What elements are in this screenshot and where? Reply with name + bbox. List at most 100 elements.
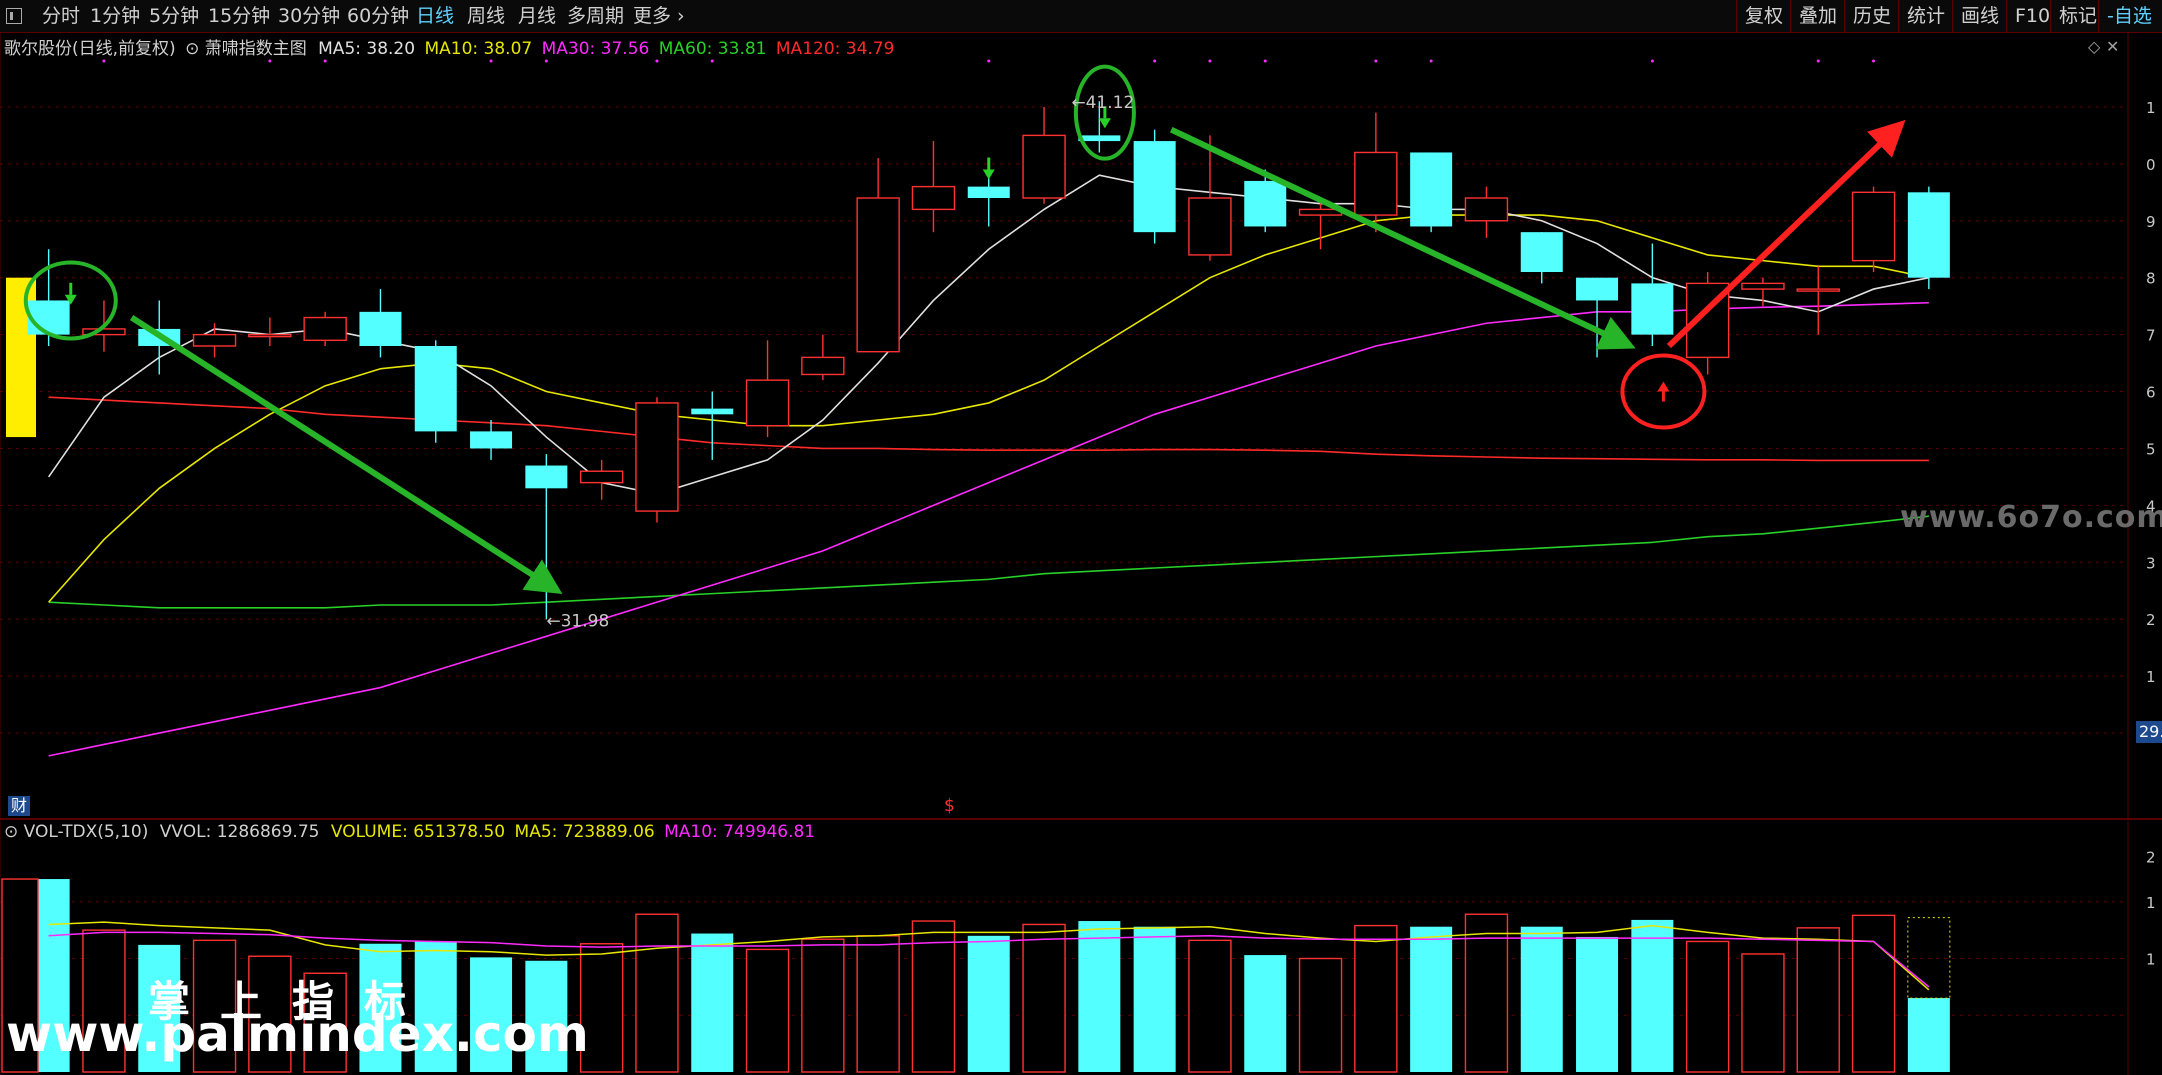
ma120-line: [48, 396, 1929, 462]
watermark-site: www.6o7o.com: [1900, 500, 2162, 535]
ma10-line: [48, 214, 1930, 603]
volume-bar: [1354, 924, 1398, 1073]
main-legend: 歌尔股份(日线,前复权) ⊙ 萧啸指数主图 MA5: 38.20 MA10: 3…: [4, 34, 894, 59]
legend-ma120: MA120: 34.79: [775, 39, 895, 59]
candle-body: [801, 356, 845, 376]
signal-dot: [323, 59, 327, 63]
volume-bar: [1022, 923, 1066, 1073]
indicator-name[interactable]: 萧啸指数主图: [205, 39, 307, 59]
sell-signal-icon: [982, 169, 995, 180]
legend-ma10: MA10: 38.07: [424, 39, 533, 59]
axis-tick: 7: [2146, 327, 2156, 345]
low-price-label: ←31.98: [546, 611, 609, 631]
volume-bar: [1685, 940, 1730, 1073]
vol-axis-tick: 1: [2146, 951, 2156, 969]
candle-body: [1022, 134, 1066, 199]
current-price-tag: 29.: [2136, 721, 2162, 743]
candle-body: [1244, 180, 1287, 227]
volume-bar: [1298, 957, 1343, 1073]
diamond-icon: ◇: [2088, 37, 2101, 56]
axis-tick: 2: [2146, 611, 2156, 629]
candle-body: [856, 197, 900, 353]
legend-vol-ma10: MA10: 749946.81: [664, 822, 816, 842]
axis-tick: 5: [2146, 440, 2156, 458]
buy-signal-icon: [1657, 381, 1670, 392]
volume-bar: [1188, 939, 1232, 1073]
volume-bar: [635, 913, 679, 1073]
ma30-line: [48, 301, 1929, 757]
finance-badge[interactable]: 财: [8, 796, 31, 816]
axis-tick: 1: [2146, 668, 2156, 686]
volume-bar: [1078, 921, 1121, 1072]
legend-volume: VOLUME: 651378.50: [330, 822, 506, 842]
high-price-label: ←41.12: [1071, 93, 1134, 113]
vol-axis-tick: 2: [2146, 848, 2156, 866]
volume-bar: [1796, 927, 1840, 1073]
candle-body: [635, 402, 679, 512]
candle-body: [1907, 192, 1950, 278]
candle-body: [1851, 191, 1896, 262]
volume-bar: [1133, 926, 1176, 1072]
candle-body: [1078, 135, 1121, 142]
signal-dot: [1153, 59, 1157, 63]
candle-body: [303, 316, 347, 342]
signal-dot: [489, 59, 493, 63]
volume-bar: [856, 935, 900, 1073]
candle-body: [1576, 277, 1619, 301]
ma-lines: [47, 174, 1930, 757]
candle-body: [579, 470, 624, 484]
candle-body: [1631, 283, 1674, 335]
close-icon: ✕: [2106, 37, 2119, 56]
candle-body: [745, 379, 790, 427]
volume-bar: [967, 935, 1010, 1072]
candle-body: [1354, 151, 1398, 216]
volume-legend: ⊙ VOL-TDX(5,10) VVOL: 1286869.75 VOLUME:…: [4, 822, 815, 842]
candle-body: [27, 300, 70, 335]
dividend-marker[interactable]: $: [944, 796, 955, 816]
signal-dot: [1816, 59, 1820, 63]
legend-ma30: MA30: 37.56: [541, 39, 650, 59]
candle-body: [1520, 232, 1563, 272]
candle-body: [1464, 197, 1509, 222]
volume-bar: [1907, 998, 1950, 1072]
signal-dot: [102, 59, 106, 63]
signal-dot: [1872, 59, 1876, 63]
candle-body: [470, 431, 513, 449]
axis-tick: 9: [2146, 213, 2156, 231]
volume-bar: [1244, 955, 1287, 1072]
candle-body: [414, 346, 457, 432]
signal-dot: [1650, 59, 1654, 63]
signal-dot: [1263, 59, 1267, 63]
vol-dropdown-icon[interactable]: ⊙: [4, 822, 18, 842]
vol-axis-tick: 1: [2146, 894, 2156, 912]
trend-arrow: [129, 315, 563, 595]
candle-body: [1410, 152, 1453, 227]
volume-bar: [1410, 926, 1453, 1072]
legend-ma5: MA5: 38.20: [318, 39, 416, 59]
volume-bar: [691, 933, 734, 1072]
signal-dot: [544, 59, 548, 63]
volume-bar: [1631, 919, 1674, 1072]
candle-body: [1796, 288, 1840, 292]
volume-bar: [1851, 914, 1896, 1073]
candle-body: [192, 333, 237, 347]
kline-chart[interactable]: ←41.12←31.98◇✕ 012345678901112: [0, 0, 2162, 1075]
volume-bar: [745, 948, 790, 1073]
volume-bar: [1520, 926, 1563, 1072]
stock-name[interactable]: 歌尔股份(日线,前复权): [4, 39, 176, 59]
signal-dot: [1374, 59, 1378, 63]
candle-body: [911, 185, 956, 211]
indicator-dropdown-icon[interactable]: ⊙: [185, 39, 199, 59]
axis-tick: 3: [2146, 554, 2156, 572]
vol-indicator-name[interactable]: VOL-TDX(5,10): [24, 822, 149, 842]
candle-body: [1133, 141, 1176, 233]
axis-tick: 0: [2146, 156, 2156, 174]
volume-bar: [801, 938, 845, 1073]
axis-tick: 6: [2146, 384, 2156, 402]
signal-dot: [987, 59, 991, 63]
sell-signal-icon: [1098, 118, 1111, 129]
candle-body: [691, 408, 734, 415]
legend-ma60: MA60: 33.81: [658, 39, 767, 59]
candle-body: [1741, 282, 1785, 290]
candle-body: [525, 465, 568, 489]
